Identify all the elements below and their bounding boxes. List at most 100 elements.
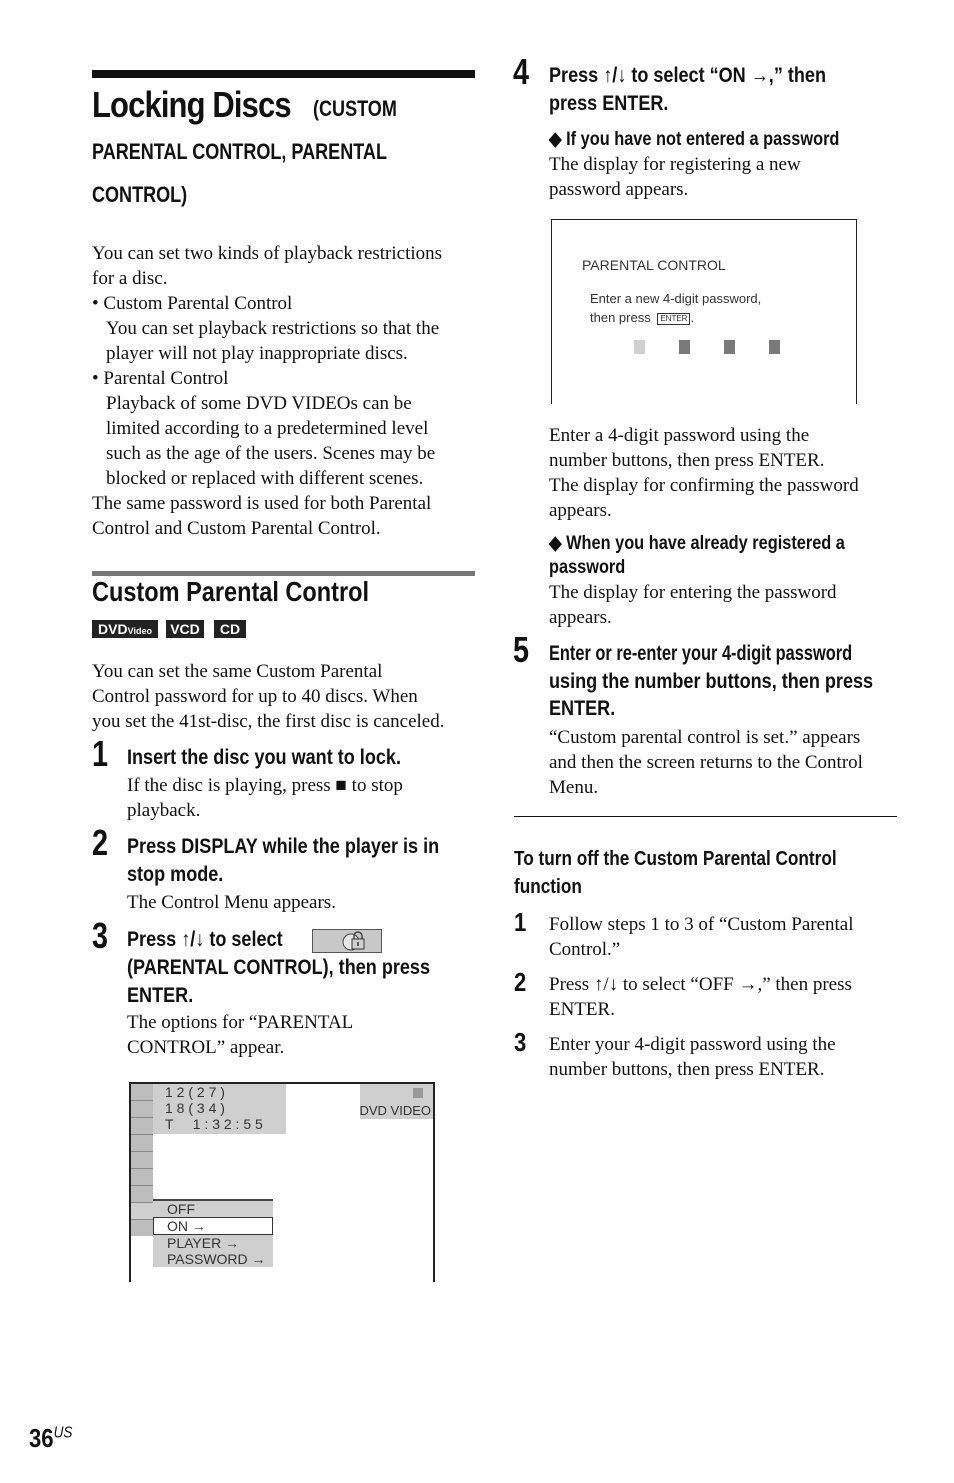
step-4-sub1-body: The display for registering a new passwo… [549, 152, 801, 202]
step-4-title-line: Press ↑/↓ to select “ON →,” then [549, 64, 827, 87]
step-body-line: and then the screen returns to the Contr… [549, 752, 863, 773]
menu-info-time: T 1 : 3 2 : 5 5 [165, 1116, 263, 1132]
intro-line: You can set two kinds of playback restri… [92, 243, 443, 264]
menu-icon-slot [131, 1186, 153, 1203]
menu-icon-slot [131, 1152, 153, 1169]
step-text-line: Press ↑/↓ to select “OFF →,” then press [549, 974, 852, 995]
page-title-sub-1: (CUSTOM [313, 96, 397, 121]
page-title-sub-3: CONTROL) [92, 182, 188, 207]
step-body-line: The display for entering the password [549, 582, 837, 603]
menu-option-player[interactable]: PLAYER → [153, 1235, 273, 1251]
step-text-line: Control.” [549, 939, 621, 960]
menu-info-box: 1 2 ( 2 7 ) 1 8 ( 3 4 ) T 1 : 3 2 : 5 5 [153, 1084, 286, 1134]
menu-option-password[interactable]: PASSWORD → [153, 1251, 273, 1267]
intro-line: The same password is used for both Paren… [92, 493, 432, 514]
password-screen-line2-text: then press [590, 310, 651, 325]
menu-option-off[interactable]: OFF [153, 1199, 273, 1217]
step-2-body: The Control Menu appears. [127, 890, 336, 915]
menu-info-title: 1 2 ( 2 7 ) [165, 1084, 225, 1100]
step-body-line: playback. [127, 800, 201, 821]
step-5-title-line: ENTER. [549, 697, 616, 720]
turn-off-step-1-text: Follow steps 1 to 3 of “Custom Parental … [549, 912, 854, 962]
intro-line: limited according to a predetermined lev… [106, 418, 429, 439]
menu-options: OFF ON → PLAYER → PASSWORD → [153, 1199, 273, 1267]
password-screen-line1: Enter a new 4-digit password, [590, 291, 762, 306]
password-digit-2[interactable] [679, 340, 690, 354]
page-number-suffix: US [53, 1424, 73, 1442]
menu-info-chapter: 1 8 ( 3 4 ) [165, 1100, 225, 1116]
step-body-line: CONTROL” appear. [127, 1037, 285, 1058]
step-text-line: ENTER. [549, 999, 615, 1020]
turn-off-step-2-number: 2 [514, 967, 527, 997]
disc-type-label: DVD VIDEO [359, 1103, 431, 1118]
step-3-number: 3 [92, 915, 109, 956]
step-5-body: “Custom parental control is set.” appear… [549, 725, 863, 800]
intro-text: You can set two kinds of playback restri… [92, 241, 442, 541]
intro-bullet: • Custom Parental Control [92, 293, 293, 314]
step-4-after-screen: Enter a 4-digit password using the numbe… [549, 423, 859, 523]
turn-off-divider [514, 816, 897, 817]
section-title: Custom Parental Control [92, 576, 370, 607]
page-number-value: 36 [29, 1423, 54, 1453]
badge-vcd: VCD [166, 620, 204, 638]
step-2-number: 2 [92, 822, 109, 863]
step-body-line: password appears. [549, 179, 689, 200]
section-intro-line: You can set the same Custom Parental [92, 661, 383, 682]
intro-bullet: • Parental Control [92, 368, 229, 389]
step-body-line: appears. [549, 500, 612, 521]
step-4-subhead-registered-2: password [549, 557, 626, 578]
step-2-title-line: Press DISPLAY while the player is in [127, 835, 440, 858]
step-4-number: 4 [513, 51, 530, 92]
section-intro-line: Control password for up to 40 discs. Whe… [92, 686, 418, 707]
intro-line: Playback of some DVD VIDEOs can be [106, 393, 412, 414]
step-1-body: If the disc is playing, press ■ to stop … [127, 773, 403, 823]
disc-type-indicator [413, 1088, 423, 1098]
step-3-title-line: ENTER. [127, 984, 194, 1007]
step-body-line: Enter a 4-digit password using the [549, 425, 810, 446]
menu-icon-slot [131, 1169, 153, 1186]
step-3-body: The options for “PARENTAL CONTROL” appea… [127, 1010, 353, 1060]
step-body-line: “Custom parental control is set.” appear… [549, 727, 861, 748]
turn-off-step-1-number: 1 [514, 907, 527, 937]
menu-icon-column [131, 1084, 153, 1236]
page-title: Locking Discs [92, 84, 292, 125]
disc-type-box: DVD VIDEO [359, 1084, 433, 1119]
turn-off-title-line: function [514, 876, 582, 898]
step-text-line: Enter your 4-digit password using the [549, 1034, 836, 1055]
step-body-line: The options for “PARENTAL [127, 1012, 354, 1033]
step-body-line: The display for registering a new [549, 154, 801, 175]
step-3-title-line: Press ↑/↓ to select [127, 928, 283, 951]
parental-lock-icon [312, 929, 382, 953]
badge-dvd-video: DVDVideo [92, 620, 158, 638]
step-1-number: 1 [92, 733, 109, 774]
password-digit-1[interactable] [634, 340, 645, 354]
intro-line: Control and Custom Parental Control. [92, 518, 381, 539]
password-screen-line2: then press ENTER. [590, 310, 694, 325]
step-body-line: The Control Menu appears. [127, 892, 336, 913]
step-body-line: appears. [549, 607, 612, 628]
step-1-title: Insert the disc you want to lock. [127, 746, 401, 769]
step-4-sub2-body: The display for entering the password ap… [549, 580, 837, 630]
password-screen-line2-end: . [690, 310, 695, 325]
step-2-title-line: stop mode. [127, 863, 224, 886]
step-5-title-line: using the number buttons, then press [549, 670, 874, 693]
lock-disc-glyph [342, 931, 365, 951]
page-number: 36US [29, 1423, 72, 1454]
title-rule [92, 70, 475, 78]
menu-option-on-selected[interactable]: ON → [153, 1217, 273, 1235]
password-screen-title: PARENTAL CONTROL [582, 257, 726, 273]
step-body-line: The display for confirming the password [549, 475, 859, 496]
step-3-title-line: (PARENTAL CONTROL), then press [127, 956, 431, 979]
menu-icon-slot [131, 1101, 153, 1118]
password-digit-4[interactable] [769, 340, 780, 354]
section-intro: You can set the same Custom Parental Con… [92, 659, 444, 734]
step-body-line: number buttons, then press ENTER. [549, 450, 825, 471]
intro-line: You can set playback restrictions so tha… [106, 318, 440, 339]
password-digit-3[interactable] [724, 340, 735, 354]
control-menu-screen: 1 2 ( 2 7 ) 1 8 ( 3 4 ) T 1 : 3 2 : 5 5 … [129, 1082, 435, 1282]
menu-icon-slot [131, 1118, 153, 1135]
menu-icon-slot-selected [131, 1220, 153, 1236]
step-4-subhead-registered: ◆ When you have already registered a [549, 533, 845, 554]
step-body-line: If the disc is playing, press ■ to stop [127, 775, 403, 796]
step-text-line: number buttons, then press ENTER. [549, 1059, 825, 1080]
